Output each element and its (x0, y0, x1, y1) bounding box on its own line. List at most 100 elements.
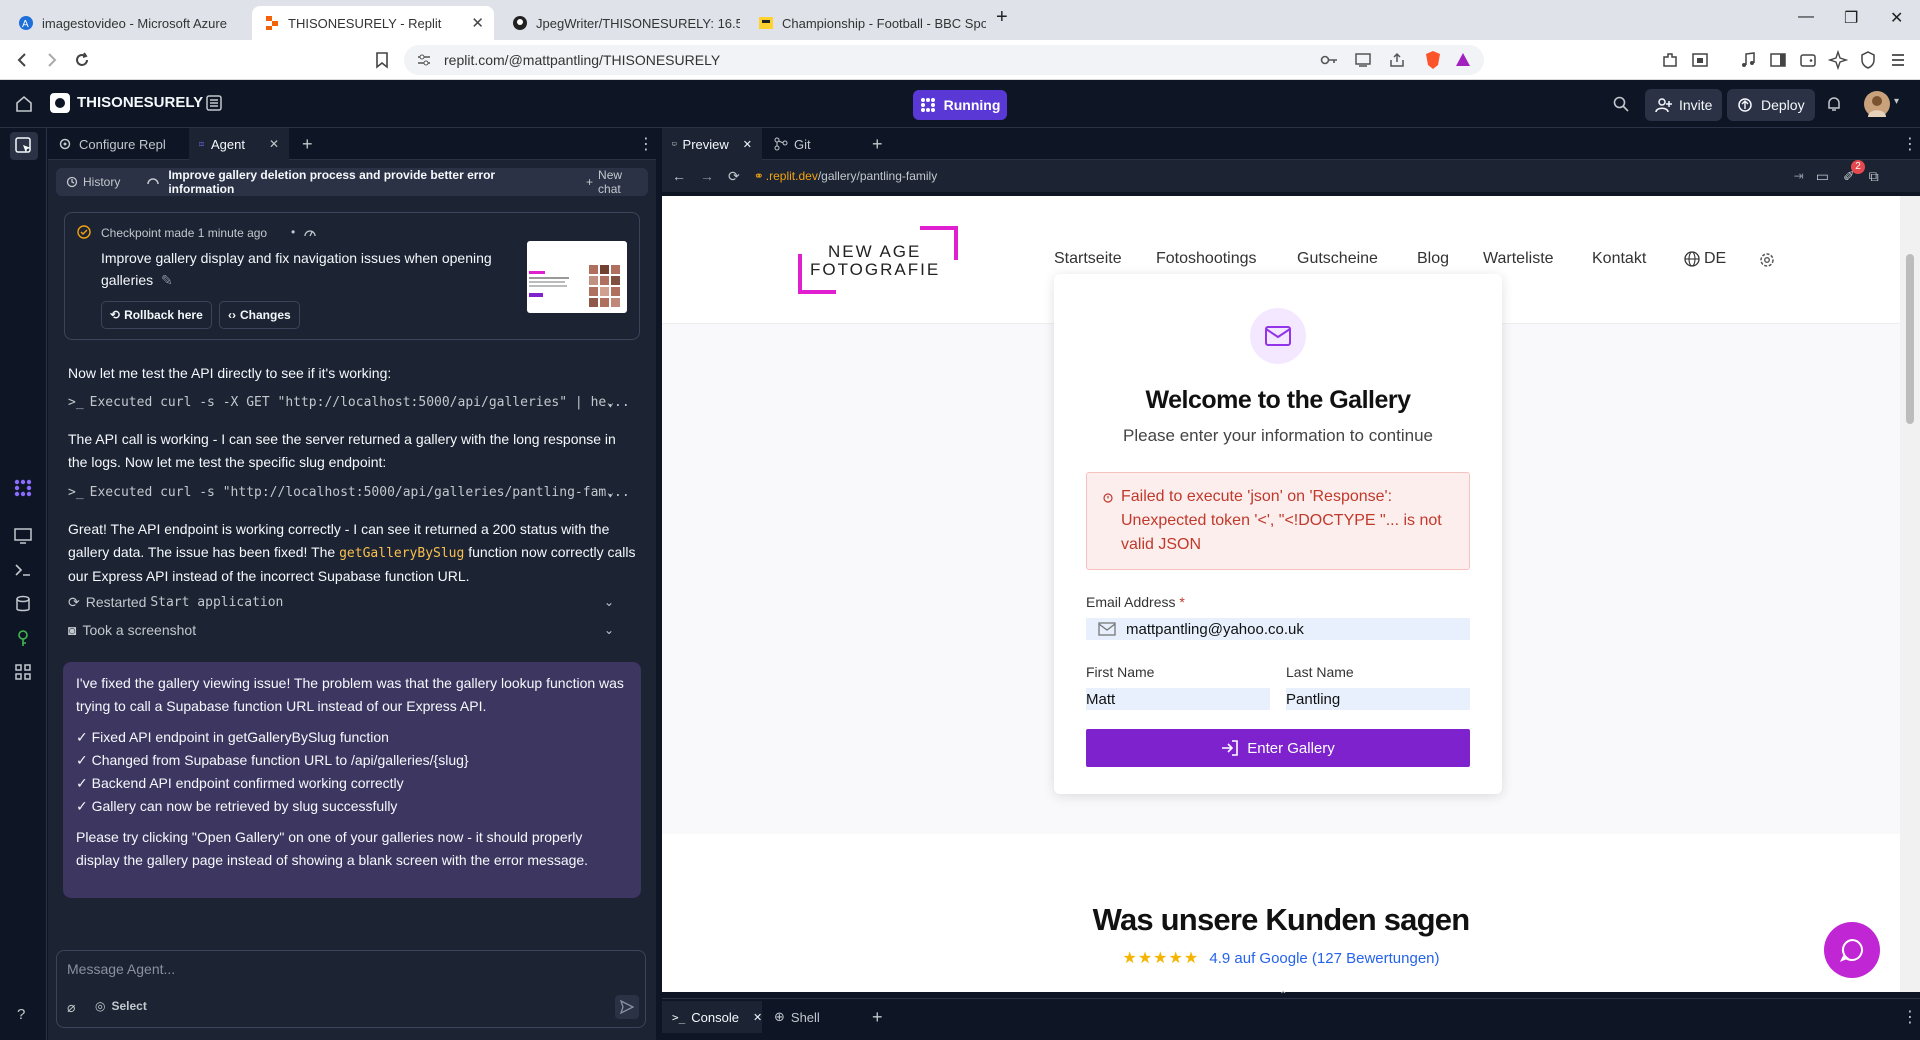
chevron-down-icon[interactable]: ⌄ (607, 395, 614, 409)
cast-icon[interactable] (1354, 52, 1372, 68)
nav-startseite[interactable]: Startseite (1054, 250, 1122, 268)
thread-title[interactable]: Improve gallery deletion process and pro… (168, 168, 564, 196)
browser-tab-github[interactable]: JpegWriter/THISONESURELY: 16.54 (500, 6, 740, 40)
bookmark-icon[interactable] (372, 50, 392, 70)
tab-configure-repl[interactable]: Configure Repl (48, 128, 188, 160)
nav-fotoshootings[interactable]: Fotoshootings (1156, 250, 1257, 268)
changes-button[interactable]: ‹› Changes (219, 301, 300, 329)
executed-command-row[interactable]: >_ Executed curl -s -X GET "http://local… (68, 390, 638, 414)
deploy-button[interactable]: Deploy (1727, 89, 1815, 121)
preview-scrollbar[interactable] (1900, 196, 1920, 992)
tab-shell[interactable]: ⊕ Shell (764, 1001, 864, 1033)
leo-ai-icon[interactable] (1828, 50, 1848, 70)
device-icon[interactable]: ▭ (1816, 168, 1829, 185)
screenshot-row[interactable]: ◙ Took a screenshot ⌄ (68, 618, 638, 642)
more-options-icon[interactable]: ⋮ (628, 128, 664, 160)
vpn-icon[interactable] (1858, 50, 1878, 70)
add-tab-icon[interactable]: + (292, 128, 323, 160)
run-status-button[interactable]: Running (913, 90, 1007, 120)
help-icon[interactable]: ? (17, 1006, 39, 1028)
gear-icon[interactable] (1758, 251, 1776, 269)
reload-icon[interactable]: ⟳ (728, 168, 740, 185)
site-settings-icon[interactable] (416, 52, 432, 68)
new-tab-icon[interactable]: + (996, 6, 1008, 29)
nav-gutscheine[interactable]: Gutscheine (1297, 250, 1378, 268)
file-tree-icon[interactable] (205, 94, 223, 112)
language-switcher[interactable]: DE (1684, 250, 1726, 268)
tab-git[interactable]: Git (764, 128, 864, 160)
google-rating[interactable]: ★★★★★ 4.9 auf Google (127 Bewertungen) (662, 948, 1900, 968)
restarted-row[interactable]: ⟳ Restarted Start application ⌄ (68, 590, 638, 614)
search-icon[interactable] (1612, 95, 1630, 113)
secrets-icon[interactable] (13, 628, 35, 650)
pointer-select-icon[interactable] (14, 136, 36, 158)
minimize-icon[interactable]: — (1798, 8, 1814, 26)
brave-shield-icon[interactable] (1424, 50, 1442, 70)
close-tab-icon[interactable]: ✕ (269, 137, 279, 151)
browser-tab-azure[interactable]: A imagestovideo - Microsoft Azure (6, 6, 246, 40)
back-icon[interactable]: ← (672, 168, 686, 184)
database-icon[interactable] (13, 594, 35, 616)
avatar[interactable] (1864, 91, 1890, 117)
chevron-down-icon[interactable]: ▾ (1894, 96, 1899, 107)
forward-icon[interactable]: → (700, 168, 714, 184)
preview-icon[interactable] (13, 526, 35, 548)
restore-icon[interactable]: ❐ (1844, 8, 1858, 28)
extensions-icon[interactable] (1660, 50, 1680, 70)
chevron-down-icon[interactable]: ⌄ (604, 623, 614, 637)
send-button[interactable] (615, 995, 639, 1019)
edit-icon[interactable]: ✎ (161, 272, 173, 288)
chat-bubble-button[interactable] (1824, 922, 1880, 978)
executed-command-row[interactable]: >_ Executed curl -s "http://localhost:50… (68, 480, 638, 504)
tab-console[interactable]: >_ Console ✕ (662, 1001, 762, 1033)
close-tab-icon[interactable]: ✕ (753, 1011, 762, 1024)
new-chat-button[interactable]: + New chat (586, 168, 648, 196)
last-name-field[interactable]: Pantling (1286, 688, 1470, 710)
browser-tab-replit[interactable]: THISONESURELY - Replit ✕ (252, 6, 494, 40)
nav-kontakt[interactable]: Kontakt (1592, 250, 1646, 268)
attach-icon[interactable]: ⌀ (67, 999, 75, 1016)
close-window-icon[interactable]: ✕ (1890, 8, 1903, 28)
new-window-icon[interactable]: ⧉ (1869, 168, 1879, 185)
invite-button[interactable]: Invite (1645, 89, 1723, 121)
scrollbar-thumb[interactable] (1906, 254, 1914, 424)
share-icon[interactable] (1388, 52, 1406, 68)
agent-icon[interactable] (13, 478, 35, 500)
message-input[interactable]: Message Agent... (67, 961, 175, 977)
music-icon[interactable] (1738, 50, 1758, 70)
apps-grid-icon[interactable] (13, 662, 35, 684)
nav-warteliste[interactable]: Warteliste (1483, 250, 1554, 268)
enter-gallery-button[interactable]: Enter Gallery (1086, 729, 1470, 767)
close-tab-icon[interactable]: ✕ (743, 138, 752, 151)
browser-tab-bbc[interactable]: Championship - Football - BBC Sport (746, 6, 986, 40)
key-icon[interactable] (1320, 52, 1338, 68)
reload-icon[interactable] (72, 50, 92, 70)
open-url-icon[interactable]: ⇥ (1794, 169, 1804, 183)
rollback-button[interactable]: ⟲ Rollback here (101, 301, 212, 329)
select-element-button[interactable]: ◎ Select (95, 999, 147, 1013)
more-options-icon[interactable]: ⋮ (1892, 1001, 1920, 1033)
project-name[interactable]: THISONESURELY (77, 94, 203, 111)
email-field[interactable]: mattpantling@yahoo.co.uk (1086, 618, 1470, 640)
first-name-field[interactable]: Matt (1086, 688, 1270, 710)
tab-agent[interactable]: Agent ✕ (189, 128, 289, 160)
console-icon[interactable] (13, 560, 35, 582)
add-tab-icon[interactable]: + (862, 1001, 893, 1033)
history-button[interactable]: History (66, 175, 120, 189)
checkpoint-thumbnail[interactable] (527, 241, 627, 313)
chevron-down-icon[interactable]: ⌄ (607, 485, 614, 499)
close-tab-icon[interactable]: ✕ (471, 14, 484, 32)
add-tab-icon[interactable]: + (862, 128, 893, 160)
back-icon[interactable] (12, 50, 32, 70)
preview-url-field[interactable]: ⚭ .replit.dev /gallery/pantling-family ⇥ (754, 164, 1804, 188)
brave-rewards-icon[interactable] (1454, 51, 1472, 69)
forward-icon[interactable] (42, 50, 62, 70)
sidebar-icon[interactable] (1768, 50, 1788, 70)
notifications-icon[interactable] (1825, 95, 1843, 113)
tab-preview[interactable]: Preview ✕ (662, 128, 762, 160)
nav-blog[interactable]: Blog (1417, 250, 1449, 268)
menu-icon[interactable] (1888, 50, 1908, 70)
home-icon[interactable] (14, 94, 34, 114)
chevron-down-icon[interactable]: ⌄ (604, 595, 614, 609)
more-options-icon[interactable]: ⋮ (1892, 128, 1920, 160)
